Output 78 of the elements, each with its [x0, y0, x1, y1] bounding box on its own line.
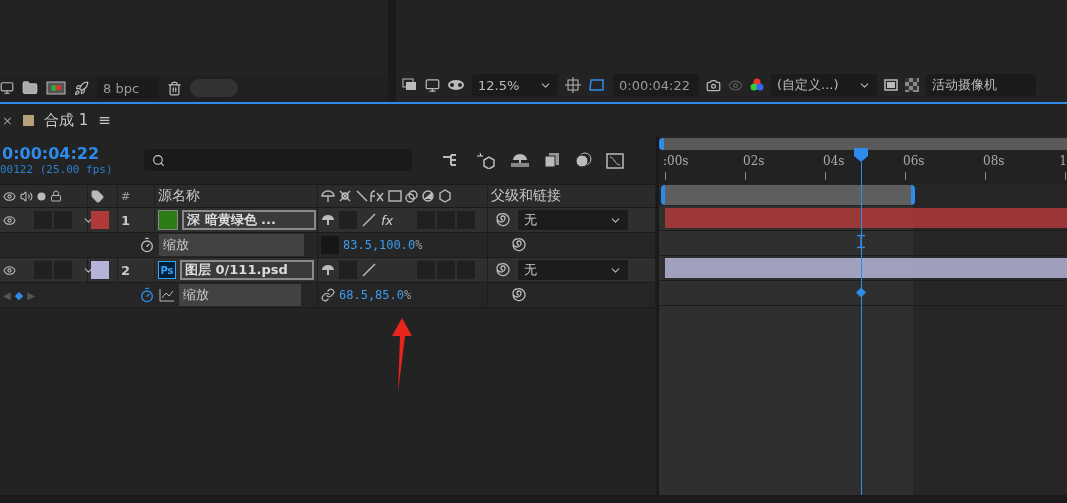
eye-icon[interactable] [3, 263, 16, 277]
search-icon[interactable] [152, 153, 165, 167]
composition-tab[interactable]: 合成 1 [43, 110, 89, 130]
pick-whip-icon[interactable] [496, 263, 510, 277]
audio-icon[interactable] [20, 189, 33, 203]
stopwatch-icon[interactable] [139, 287, 155, 303]
column-header[interactable]: 源名称 [158, 187, 200, 205]
region-icon[interactable] [884, 79, 898, 91]
close-button[interactable]: × [2, 112, 13, 128]
photoshop-icon: Ps [158, 261, 176, 279]
grid-icon[interactable] [565, 77, 581, 93]
column-header[interactable]: # [121, 189, 131, 203]
menu-button[interactable]: ≡ [98, 111, 111, 129]
folder-icon[interactable] [22, 80, 38, 96]
pick-whip-icon[interactable] [512, 238, 526, 252]
trash-icon[interactable] [167, 80, 182, 96]
solid-icon [158, 210, 178, 230]
tag-icon[interactable] [91, 189, 104, 203]
parent-dropdown[interactable]: 无 [518, 260, 628, 280]
composition-icon[interactable] [46, 81, 66, 95]
quality-icon[interactable] [361, 212, 377, 228]
ruler-label: 02s [743, 154, 765, 168]
lock-icon[interactable] [50, 190, 62, 202]
layer-number: 2 [121, 262, 131, 278]
property-name[interactable]: 缩放 [179, 284, 301, 306]
layer-name[interactable]: 深 暗黄绿色 ... [182, 210, 316, 230]
property-name[interactable]: 缩放 [159, 234, 304, 256]
search-field[interactable] [144, 149, 412, 171]
motion-blur-icon[interactable] [574, 152, 592, 168]
link-icon[interactable] [321, 288, 335, 302]
ruler-label: 08s [983, 154, 1005, 168]
label-color[interactable] [91, 211, 109, 229]
draft-3d-icon[interactable] [476, 151, 496, 169]
shy-icon[interactable] [321, 214, 335, 226]
rocket-icon[interactable] [74, 80, 89, 96]
effects-switch[interactable]: fx [381, 212, 397, 228]
stacked-frames-icon[interactable] [402, 78, 418, 92]
quality-icon[interactable] [361, 262, 377, 278]
shy-icon[interactable] [510, 152, 530, 168]
bit-depth-button[interactable]: 8 bpc [97, 77, 159, 99]
graph-icon[interactable] [159, 288, 175, 302]
playhead-handle-icon[interactable] [854, 148, 868, 162]
property-value[interactable]: 83.5,100.0% [343, 238, 423, 252]
label-color[interactable] [91, 261, 109, 279]
ruler-label: 1 [1059, 154, 1067, 168]
camera-dropdown[interactable]: 活动摄像机 [926, 74, 1036, 96]
label-swatch [22, 114, 34, 126]
frame-info: 00122 (25.00 fps) [0, 163, 114, 176]
layer-name[interactable]: 图层 0/111.psd [180, 260, 314, 280]
ruler-label: 04s [823, 154, 845, 168]
eye-icon[interactable] [3, 189, 16, 203]
stopwatch-icon[interactable] [139, 237, 155, 253]
playhead[interactable] [854, 148, 868, 495]
cursor-icon [857, 234, 865, 249]
monitor-icon[interactable] [425, 77, 440, 93]
layer-number: 1 [121, 212, 131, 228]
channel-dropdown[interactable]: (自定义...) [771, 74, 877, 96]
zoom-dropdown[interactable]: 12.5% [472, 74, 558, 96]
frame-blend-icon[interactable] [544, 152, 560, 168]
property-value[interactable]: 68.5,85.0% [339, 288, 412, 302]
checkerboard-icon[interactable] [905, 78, 919, 92]
pick-whip-icon[interactable] [512, 288, 526, 302]
pick-whip-icon[interactable] [496, 213, 510, 227]
parent-dropdown[interactable]: 无 [518, 210, 628, 230]
solo-icon[interactable] [37, 191, 46, 201]
current-time[interactable]: 0:00:04:22 [2, 144, 130, 163]
rgb-icon[interactable] [750, 78, 764, 92]
mask-icon[interactable] [447, 79, 465, 91]
ruler-label: 06s [903, 154, 925, 168]
column-header[interactable]: 父级和链接 [491, 187, 561, 205]
graph-editor-icon[interactable] [606, 151, 624, 169]
shy-icon[interactable] [321, 264, 335, 276]
eye-icon[interactable] [3, 213, 16, 227]
mask-path-icon[interactable] [588, 77, 606, 93]
ruler-label: :00s [663, 154, 689, 168]
add-keyframe-button[interactable]: ◆ [14, 288, 24, 302]
camera-icon[interactable] [706, 77, 721, 93]
timecode-field[interactable]: 0:00:04:22 [613, 74, 699, 96]
